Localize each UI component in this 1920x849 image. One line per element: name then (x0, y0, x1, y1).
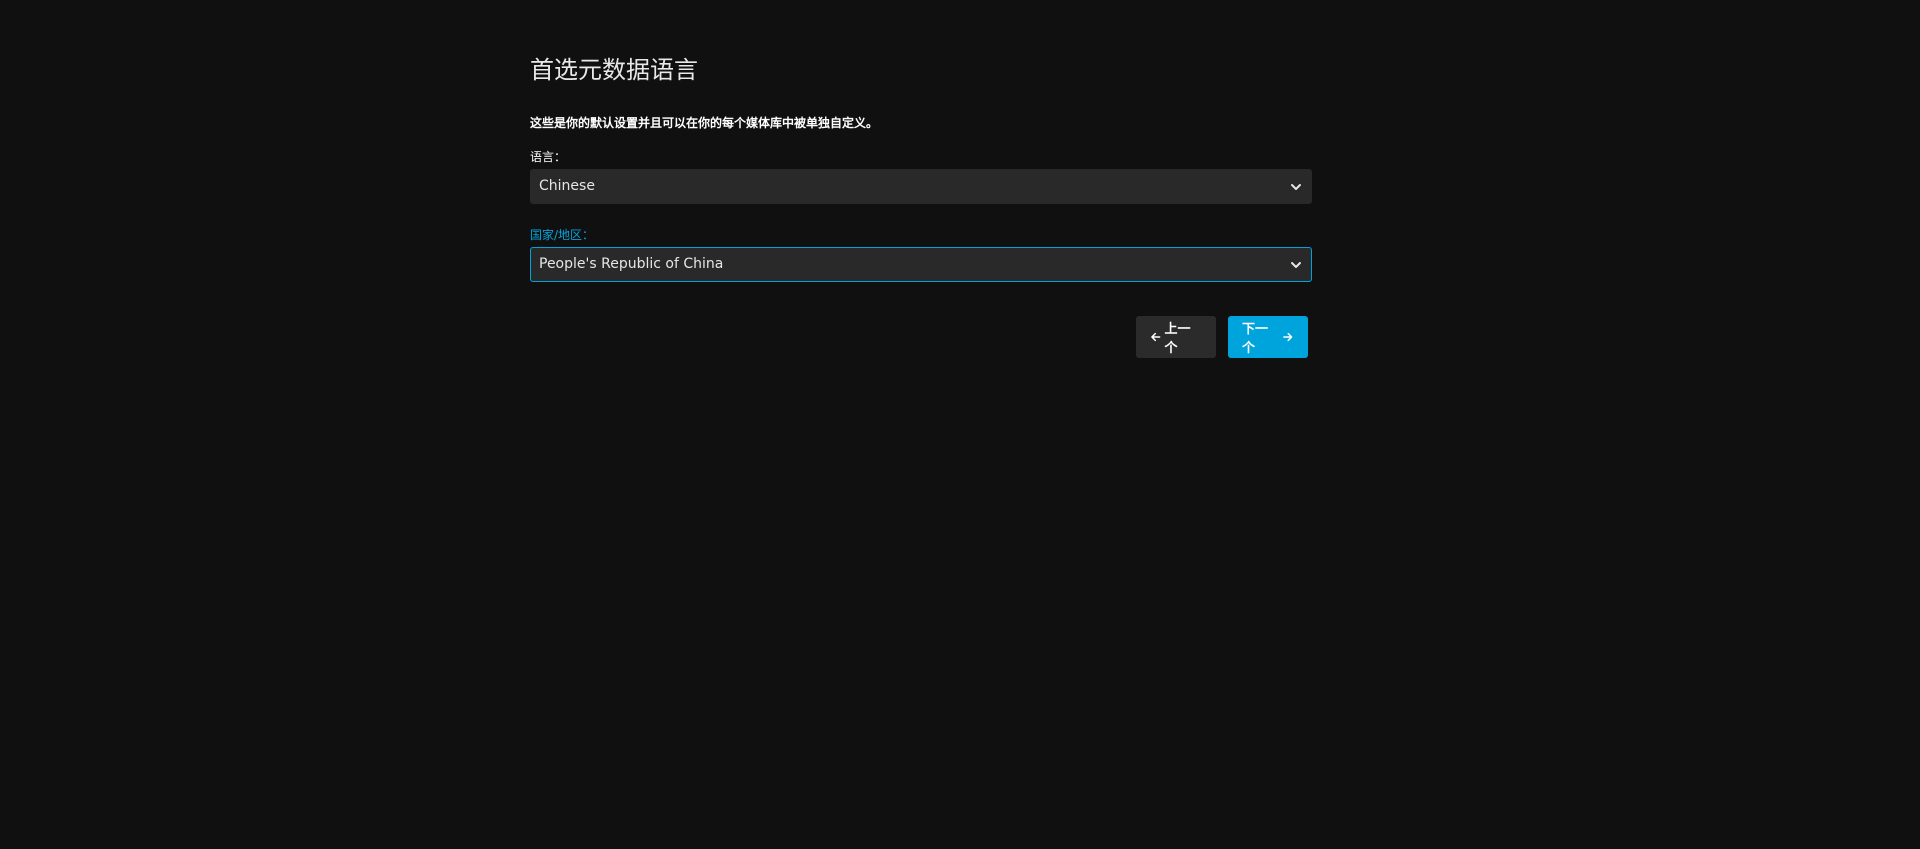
chevron-down-icon (1291, 184, 1301, 190)
language-select[interactable]: Chinese (530, 169, 1312, 204)
chevron-down-icon (1291, 262, 1301, 268)
arrow-left-icon (1151, 332, 1161, 342)
previous-button-label: 上一个 (1164, 322, 1191, 356)
country-label: 国家/地区： (530, 228, 595, 242)
language-select-value: Chinese (539, 178, 595, 194)
page: 首选元数据语言 这些是你的默认设置并且可以在你的每个媒体库中被单独自定义。 语言… (0, 0, 1920, 849)
previous-button[interactable]: 上一个 (1136, 316, 1216, 358)
wizard-navigation: 上一个 下一个 (1136, 316, 1308, 358)
next-button[interactable]: 下一个 (1228, 316, 1308, 358)
description-text: 这些是你的默认设置并且可以在你的每个媒体库中被单独自定义。 (530, 116, 879, 130)
country-select[interactable]: People's Republic of China (530, 247, 1312, 282)
language-label: 语言： (530, 150, 567, 164)
next-button-label: 下一个 (1242, 322, 1269, 356)
arrow-right-icon (1283, 332, 1293, 342)
country-select-value: People's Republic of China (539, 256, 724, 272)
metadata-language-wizard: 首选元数据语言 这些是你的默认设置并且可以在你的每个媒体库中被单独自定义。 语言… (530, 50, 1312, 358)
page-title: 首选元数据语言 (530, 56, 698, 84)
